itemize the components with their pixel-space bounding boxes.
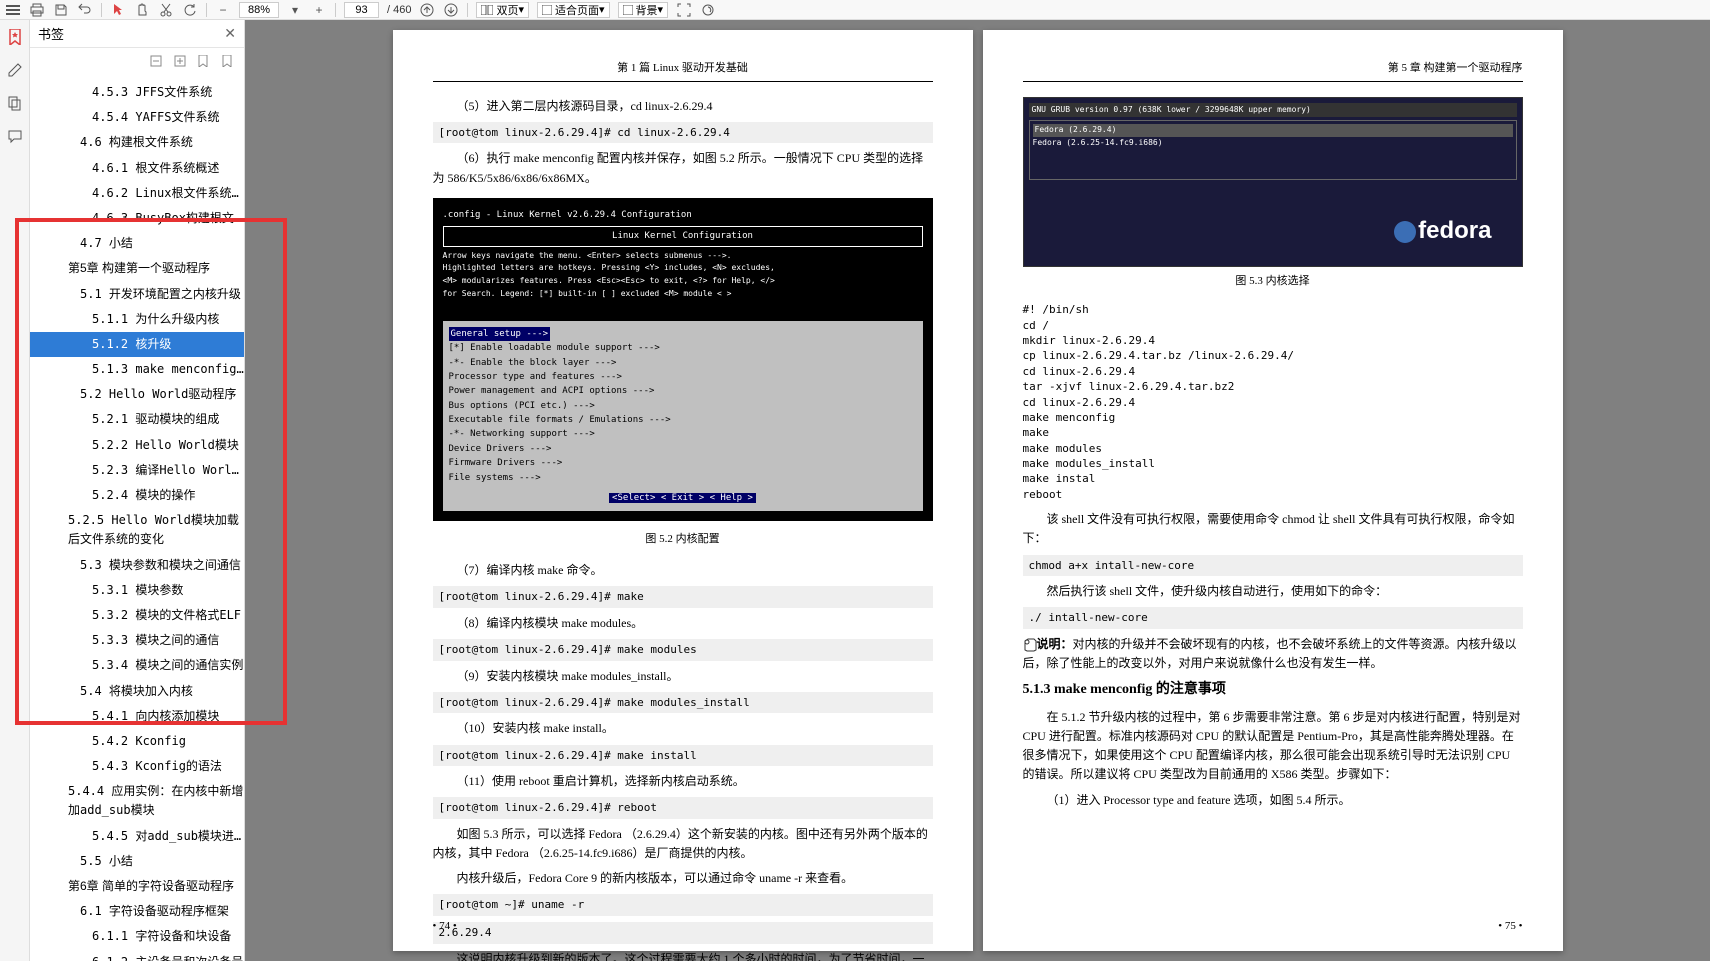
chevron-down-icon[interactable]: ▾ — [287, 2, 303, 18]
expand-icon[interactable] — [174, 55, 188, 69]
print-icon[interactable] — [29, 2, 45, 18]
bookmark-item[interactable]: 5.2.1 驱动模块的组成 — [30, 407, 244, 432]
undo-icon[interactable] — [77, 2, 93, 18]
bookmarks-panel: 书签 ✕ 4.5.3 JFFS文件系统4.5.4 YAFFS文件系统4.6 构建… — [30, 20, 245, 961]
next-page-icon[interactable] — [443, 2, 459, 18]
bookmark-item[interactable]: 6.1.2 主设备号和次设备号 — [30, 950, 244, 961]
page-right: 第 5 章 构建第一个驱动程序 GNU GRUB version 0.97 (6… — [983, 30, 1563, 951]
bookmark-icon[interactable] — [198, 55, 212, 69]
document-view[interactable]: 第 1 篇 Linux 驱动开发基础 （5）进入第二层内核源码目录，cd lin… — [245, 20, 1710, 961]
bookmark-item[interactable]: 5.5 小结 — [30, 849, 244, 874]
bookmark-tree[interactable]: 4.5.3 JFFS文件系统4.5.4 YAFFS文件系统4.6 构建根文件系统… — [30, 76, 244, 961]
bookmark-item[interactable]: 5.1 开发环境配置之内核升级 — [30, 282, 244, 307]
bookmark-filled-icon[interactable] — [222, 55, 236, 69]
bookmark-item[interactable]: 5.3.1 模块参数 — [30, 578, 244, 603]
cut-icon[interactable] — [158, 2, 174, 18]
page-header: 第 5 章 构建第一个驱动程序 — [1023, 60, 1523, 82]
bookmark-item[interactable]: 5.3.3 模块之间的通信 — [30, 628, 244, 653]
bookmark-item[interactable]: 5.1.1 为什么升级内核 — [30, 307, 244, 332]
menu-icon[interactable] — [5, 2, 21, 18]
figure-5-2: .config - Linux Kernel v2.6.29.4 Configu… — [433, 198, 933, 522]
page-number: • 75 • — [1498, 918, 1522, 936]
page-left: 第 1 篇 Linux 驱动开发基础 （5）进入第二层内核源码目录，cd lin… — [393, 30, 973, 951]
figure-5-3: GNU GRUB version 0.97 (638K lower / 3299… — [1023, 97, 1523, 267]
view-mode-button[interactable]: 双页 ▾ — [476, 2, 529, 18]
bookmark-item[interactable]: 5.1.3 make menconfig的注意事项 — [30, 357, 244, 382]
main-toolbar: − ▾ + / 460 双页 ▾ 适合页面 ▾ 背景 ▾ — [0, 0, 1710, 20]
bookmark-item[interactable]: 第5章 构建第一个驱动程序 — [30, 256, 244, 281]
bookmark-item[interactable]: 5.4.2 Kconfig — [30, 729, 244, 754]
pages-icon[interactable] — [6, 94, 24, 112]
bookmark-item[interactable]: 4.6.3 BusyBox构建根文件系统 — [30, 206, 244, 231]
side-strip — [0, 20, 30, 961]
bookmark-item[interactable]: 4.5.3 JFFS文件系统 — [30, 80, 244, 105]
prev-page-icon[interactable] — [419, 2, 435, 18]
hand-icon[interactable] — [134, 2, 150, 18]
page-number: • 74 • — [433, 918, 457, 936]
bookmark-item[interactable]: 5.2.2 Hello World模块 — [30, 433, 244, 458]
bookmark-item[interactable]: 6.1.1 字符设备和块设备 — [30, 924, 244, 949]
bookmark-item[interactable]: 4.6.2 Linux根文件系统目录结构 — [30, 181, 244, 206]
page-header: 第 1 篇 Linux 驱动开发基础 — [433, 60, 933, 82]
page-total: / 460 — [387, 4, 411, 16]
bookmark-item[interactable]: 5.3.4 模块之间的通信实例 — [30, 653, 244, 678]
save-icon[interactable] — [53, 2, 69, 18]
bookmark-item[interactable]: 5.2.5 Hello World模块加载后文件系统的变化 — [30, 508, 244, 552]
edit-icon[interactable] — [6, 61, 24, 79]
bookmark-star-icon[interactable] — [6, 28, 24, 46]
close-icon[interactable]: ✕ — [224, 25, 236, 42]
bookmark-item[interactable]: 4.6 构建根文件系统 — [30, 130, 244, 155]
chat-icon[interactable] — [6, 127, 24, 145]
fit-mode-button[interactable]: 适合页面 ▾ — [537, 2, 610, 18]
bg-button[interactable]: 背景 ▾ — [618, 2, 669, 18]
bookmark-item[interactable]: 5.4.5 对add_sub模块进行配置 — [30, 824, 244, 849]
zoom-input[interactable] — [239, 2, 279, 18]
pointer-icon[interactable] — [110, 2, 126, 18]
collapse-icon[interactable] — [150, 55, 164, 69]
section-heading: 5.1.3 make menconfig 的注意事项 — [1023, 679, 1523, 701]
bookmark-item[interactable]: 第6章 简单的字符设备驱动程序 — [30, 874, 244, 899]
bookmark-item[interactable]: 4.7 小结 — [30, 231, 244, 256]
bookmark-item[interactable]: 4.5.4 YAFFS文件系统 — [30, 105, 244, 130]
bookmark-item[interactable]: 5.2.3 编译Hello World模块 — [30, 458, 244, 483]
shell-script: #! /bin/shcd /mkdir linux-2.6.29.4 cp li… — [1023, 302, 1523, 502]
bookmark-item[interactable]: 5.1.2 核升级 — [30, 332, 244, 357]
settings-icon[interactable] — [700, 2, 716, 18]
bookmark-item[interactable]: 5.4.3 Kconfig的语法 — [30, 754, 244, 779]
bookmark-item[interactable]: 6.1 字符设备驱动程序框架 — [30, 899, 244, 924]
note-icon — [1023, 638, 1037, 652]
bookmark-item[interactable]: 5.4.4 应用实例：在内核中新增加add_sub模块 — [30, 779, 244, 823]
bookmark-item[interactable]: 4.6.1 根文件系统概述 — [30, 156, 244, 181]
zoom-out-icon[interactable]: − — [215, 2, 231, 18]
page-input[interactable] — [344, 2, 379, 18]
bookmark-item[interactable]: 5.4.1 向内核添加模块 — [30, 704, 244, 729]
bookmark-item[interactable]: 5.4 将模块加入内核 — [30, 679, 244, 704]
bookmark-item[interactable]: 5.3.2 模块的文件格式ELF — [30, 603, 244, 628]
bookmark-item[interactable]: 5.2 Hello World驱动程序 — [30, 382, 244, 407]
rotate-icon[interactable] — [182, 2, 198, 18]
fullscreen-icon[interactable] — [676, 2, 692, 18]
bookmark-item[interactable]: 5.2.4 模块的操作 — [30, 483, 244, 508]
zoom-in-icon[interactable]: + — [311, 2, 327, 18]
bookmarks-title: 书签 — [38, 24, 64, 43]
bookmark-item[interactable]: 5.3 模块参数和模块之间通信 — [30, 553, 244, 578]
